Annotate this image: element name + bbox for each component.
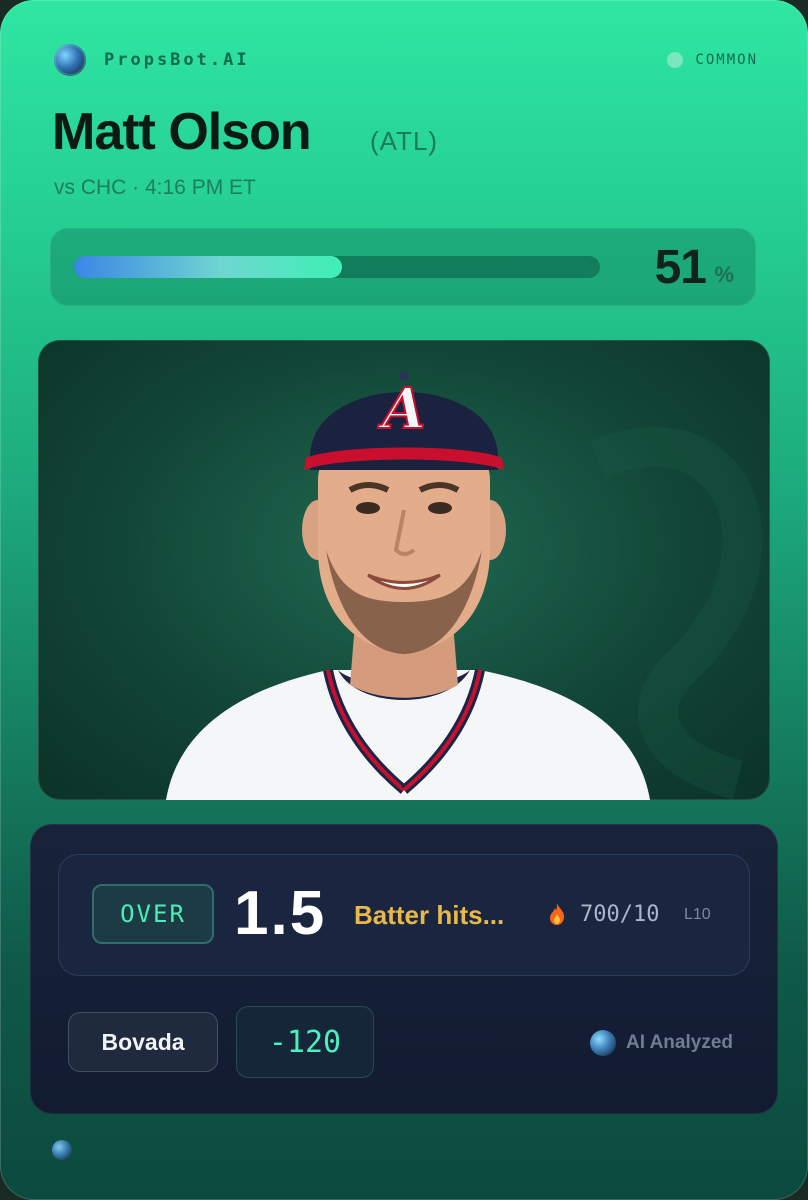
prop-card: PropsBot.AI COMMON Matt Olson (ATL) vs C… — [0, 0, 808, 1200]
brand-name: PropsBot.AI — [104, 50, 250, 70]
player-team: (ATL) — [370, 126, 439, 156]
streak-record: 700/10 — [580, 902, 660, 927]
probability-value: 51 — [654, 241, 707, 294]
rarity-dot-icon — [667, 52, 684, 68]
rarity-label: COMMON — [695, 52, 758, 68]
brand: PropsBot.AI — [54, 44, 250, 76]
fire-icon — [550, 903, 565, 925]
prop-details-panel: OVER 1.5 Batter hits... 700/10 L10 Bovad… — [30, 824, 778, 1114]
prop-type: Batter hits... — [354, 900, 505, 930]
probability-bar-fill — [74, 256, 343, 278]
streak-window: L10 — [684, 906, 711, 923]
player-name: Matt Olson — [52, 103, 312, 161]
side-badge: OVER — [92, 884, 214, 944]
ai-analyzed-label: AI Analyzed — [626, 1032, 733, 1053]
globe-icon — [590, 1030, 616, 1056]
rarity-badge: COMMON — [667, 52, 758, 68]
odds-badge: -120 — [236, 1006, 374, 1078]
probability-panel: 51 % — [50, 228, 756, 306]
prop-line-value: 1.5 — [234, 879, 327, 948]
probability-unit: % — [714, 262, 734, 287]
brain-globe-icon — [54, 44, 86, 76]
matchup-info: vs CHC · 4:16 PM ET — [54, 176, 256, 199]
svg-text:A: A — [377, 376, 425, 442]
player-photo-frame: A — [38, 340, 770, 800]
player-portrait-image: A — [166, 371, 763, 800]
prop-line-row: OVER 1.5 Batter hits... 700/10 L10 — [58, 854, 750, 976]
sportsbook-badge: Bovada — [68, 1012, 218, 1072]
footer-globe-icon — [52, 1140, 72, 1160]
probability-bar — [74, 256, 600, 278]
